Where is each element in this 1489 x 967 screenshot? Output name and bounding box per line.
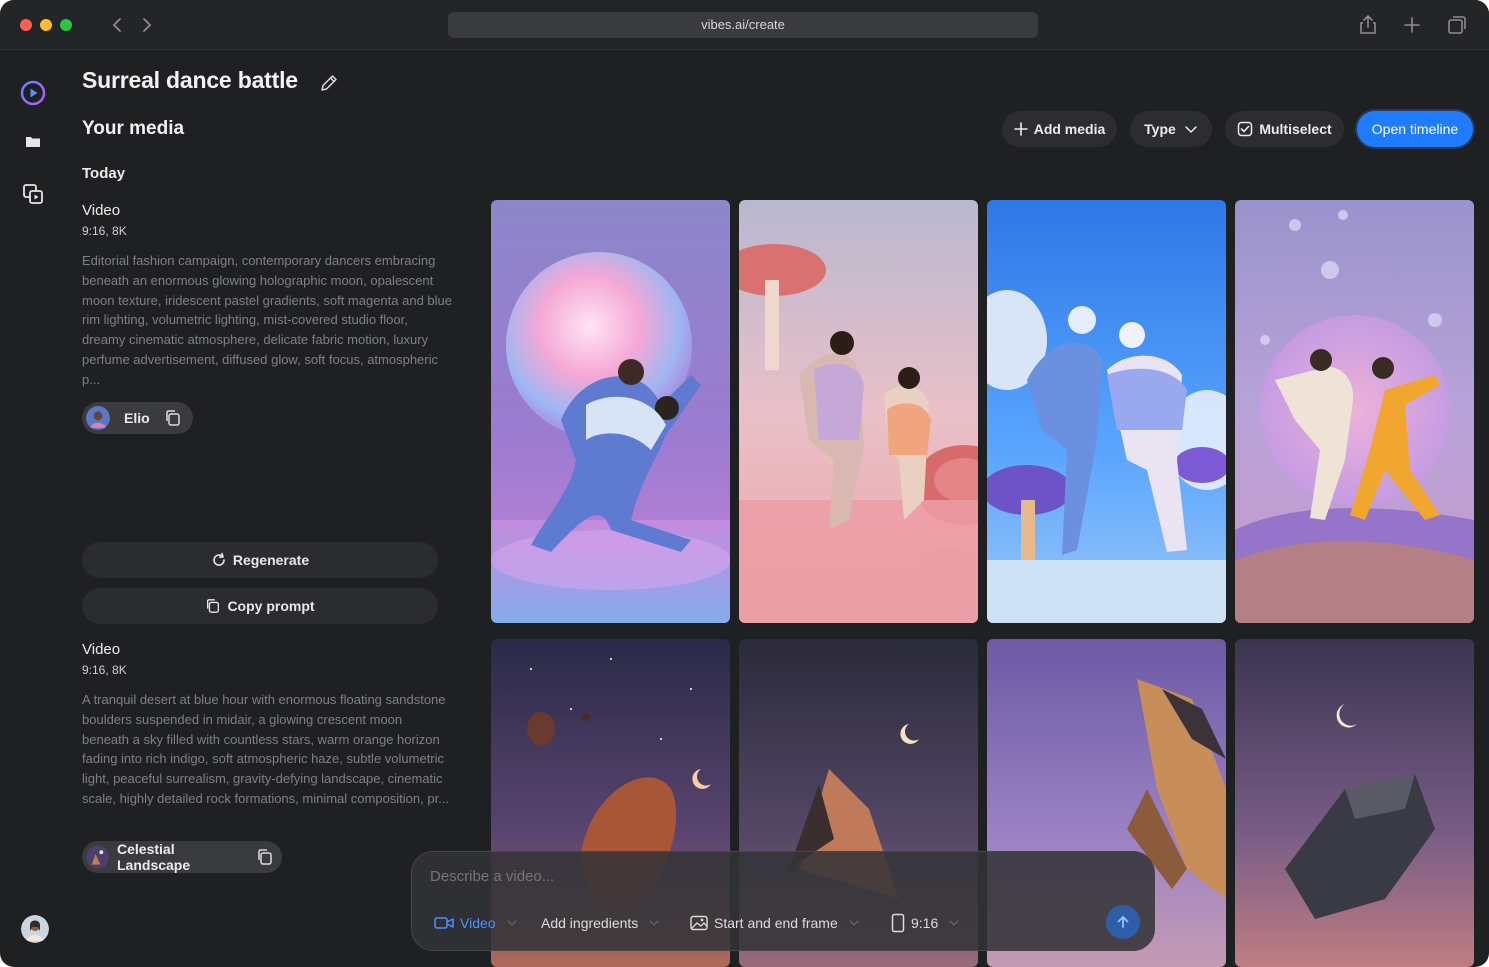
regenerate-button[interactable]: Regenerate bbox=[82, 542, 438, 578]
copy-icon[interactable] bbox=[256, 848, 274, 866]
new-tab-icon[interactable] bbox=[1400, 13, 1424, 37]
type-dropdown[interactable]: Type bbox=[1130, 111, 1212, 147]
url-bar[interactable]: vibes.ai/create bbox=[448, 12, 1038, 38]
media-thumbnail[interactable] bbox=[987, 200, 1226, 623]
day-label: Today bbox=[82, 165, 126, 182]
app-logo-icon[interactable] bbox=[20, 80, 46, 106]
checkbox-icon bbox=[1237, 121, 1253, 137]
refresh-icon bbox=[211, 552, 227, 568]
character-chip-label: Elio bbox=[124, 410, 150, 426]
character-avatar bbox=[86, 406, 110, 430]
media-thumbnail[interactable] bbox=[1235, 639, 1474, 967]
open-timeline-button[interactable]: Open timeline bbox=[1357, 111, 1473, 147]
add-media-button[interactable]: Add media bbox=[1002, 111, 1117, 147]
chevron-down-icon bbox=[848, 917, 860, 929]
aspect-label: 9:16 bbox=[911, 915, 939, 931]
phone-portrait-icon bbox=[891, 913, 905, 933]
open-timeline-label: Open timeline bbox=[1371, 121, 1459, 137]
mode-label: Video bbox=[460, 915, 496, 931]
multiselect-label: Multiselect bbox=[1259, 121, 1332, 137]
media-thumbnail[interactable] bbox=[491, 200, 730, 623]
mode-dropdown[interactable]: Video bbox=[434, 912, 518, 934]
media-item-meta: 9:16, 8K bbox=[82, 663, 127, 677]
media-item-meta: 9:16, 8K bbox=[82, 224, 127, 238]
aspect-dropdown[interactable]: 9:16 bbox=[891, 912, 960, 934]
copy-icon bbox=[205, 598, 221, 614]
chevron-down-icon bbox=[1184, 122, 1198, 136]
frames-dropdown[interactable]: Start and end frame bbox=[690, 912, 860, 934]
character-chip[interactable]: Elio bbox=[82, 402, 193, 434]
back-icon[interactable] bbox=[106, 13, 128, 37]
ingredients-dropdown[interactable]: Add ingredients bbox=[541, 912, 660, 934]
plus-icon bbox=[1013, 122, 1028, 136]
folder-icon[interactable] bbox=[20, 129, 46, 155]
media-item-type: Video bbox=[82, 641, 121, 658]
edit-title-icon[interactable] bbox=[318, 72, 340, 94]
user-avatar[interactable] bbox=[21, 915, 49, 943]
maximize-window-button[interactable] bbox=[60, 19, 72, 31]
close-window-button[interactable] bbox=[20, 19, 32, 31]
media-item-type: Video bbox=[82, 202, 121, 219]
tab-overview-icon[interactable] bbox=[1445, 13, 1469, 37]
chevron-down-icon bbox=[506, 917, 518, 929]
browser-titlebar: vibes.ai/create bbox=[0, 0, 1489, 50]
character-chip-label: Celestial Landscape bbox=[117, 841, 191, 873]
media-thumbnail[interactable] bbox=[1235, 200, 1474, 623]
chevron-down-icon bbox=[648, 917, 660, 929]
copy-prompt-label: Copy prompt bbox=[227, 598, 315, 614]
chevron-down-icon bbox=[948, 917, 960, 929]
regenerate-label: Regenerate bbox=[232, 552, 310, 568]
media-item-prompt: Editorial fashion campaign, contemporary… bbox=[82, 253, 452, 387]
app-window: vibes.ai/create Surreal dance battle You… bbox=[0, 0, 1489, 967]
forward-icon[interactable] bbox=[136, 13, 158, 37]
image-icon bbox=[690, 915, 708, 931]
copy-prompt-button[interactable]: Copy prompt bbox=[82, 588, 438, 624]
video-camera-icon bbox=[434, 915, 454, 931]
minimize-window-button[interactable] bbox=[40, 19, 52, 31]
arrow-up-icon bbox=[1115, 914, 1131, 930]
ingredients-label: Add ingredients bbox=[541, 915, 639, 931]
prompt-composer: Video Add ingredients Start and end fram… bbox=[411, 851, 1155, 951]
library-icon[interactable] bbox=[20, 181, 46, 207]
landscape-avatar bbox=[86, 845, 109, 869]
character-chip[interactable]: Celestial Landscape bbox=[82, 841, 282, 873]
frames-label: Start and end frame bbox=[714, 915, 838, 931]
page-title: Surreal dance battle bbox=[82, 67, 298, 93]
media-item-prompt: A tranquil desert at blue hour with enor… bbox=[82, 692, 450, 806]
type-label: Type bbox=[1144, 121, 1176, 137]
section-title: Your media bbox=[82, 118, 185, 139]
multiselect-button[interactable]: Multiselect bbox=[1225, 111, 1344, 147]
send-button[interactable] bbox=[1106, 905, 1140, 939]
add-media-label: Add media bbox=[1033, 121, 1106, 137]
media-thumbnail[interactable] bbox=[739, 200, 978, 623]
share-icon[interactable] bbox=[1356, 13, 1380, 37]
prompt-input[interactable] bbox=[430, 868, 1030, 885]
copy-icon[interactable] bbox=[164, 409, 182, 427]
